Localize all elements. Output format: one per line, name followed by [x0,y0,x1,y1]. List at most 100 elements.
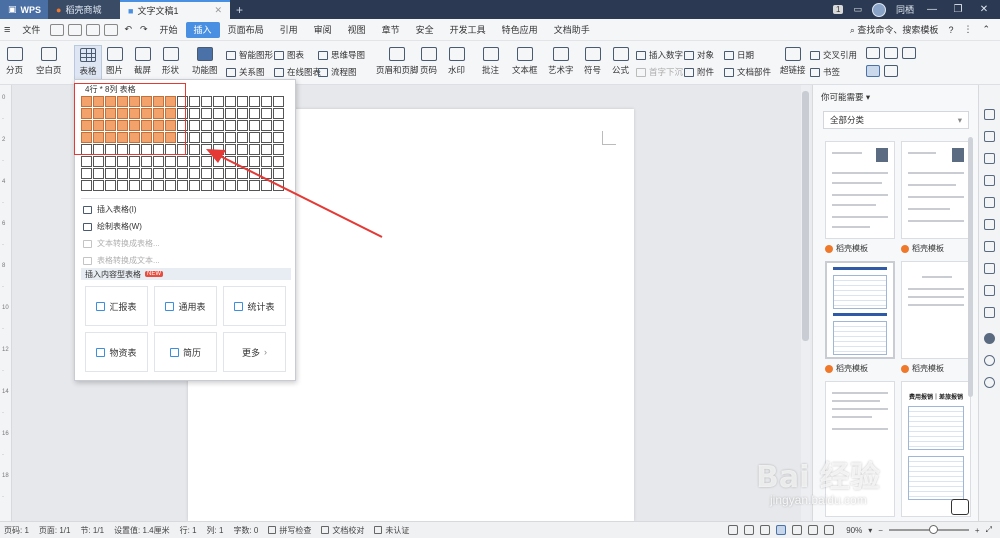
table-grid-cell[interactable] [153,156,164,167]
text-to-table-item[interactable]: 文本转换成表格... [83,238,160,249]
table-grid-cell[interactable] [273,168,284,179]
open-icon[interactable] [68,23,83,36]
table-to-text-item[interactable]: 表格转换成文本... [83,255,160,266]
table-grid-cell[interactable] [273,96,284,107]
object-button[interactable]: 对象 [684,49,714,61]
table-grid-cell[interactable] [249,168,260,179]
template-thumb-resume-1[interactable] [825,141,895,239]
zoom-in-button[interactable]: + [975,526,980,535]
table-grid-cell[interactable] [129,168,140,179]
doc-check-button[interactable]: 文档校对 [321,525,364,536]
picture-button[interactable]: 图片 [106,47,123,76]
table-grid-cell[interactable] [189,168,200,179]
table-grid-cell[interactable] [201,156,212,167]
screenshot-button[interactable]: 截屏 [134,47,151,76]
read-mode-icon[interactable] [744,525,755,535]
template-resume[interactable]: 简历 [154,332,217,372]
close-tab-icon[interactable]: ✕ [214,5,222,16]
table-grid-cell[interactable] [249,120,260,131]
mind-map-button[interactable]: 思维导图 [318,49,365,61]
help-icon[interactable]: ? [948,25,953,35]
pen-icon[interactable] [760,525,771,535]
table-grid-cell[interactable] [105,180,116,191]
attachment-button[interactable]: 附件 [684,66,714,78]
table-grid-cell[interactable] [201,120,212,131]
table-grid-cell[interactable] [273,180,284,191]
layout-icon-5[interactable] [884,65,898,77]
table-grid-cell[interactable] [165,180,176,191]
table-grid-cell[interactable] [141,168,152,179]
outline-view-icon[interactable] [792,525,803,535]
template-report[interactable]: 汇报表 [85,286,148,326]
web-view-icon[interactable] [808,525,819,535]
table-grid-cell[interactable] [189,108,200,119]
table-grid-cell[interactable] [213,180,224,191]
table-grid-cell[interactable] [273,108,284,119]
table-grid-cell[interactable] [249,144,260,155]
table-grid-cell[interactable] [93,180,104,191]
table-grid-cell[interactable] [201,108,212,119]
table-icon[interactable] [984,285,995,296]
table-grid-cell[interactable] [225,144,236,155]
zoom-out-button[interactable]: − [878,526,883,535]
user-name[interactable]: 同栖 [896,3,914,16]
image-icon[interactable] [984,307,995,318]
template-thumb-form-2[interactable]: 费用报销｜差旅报销 [901,381,971,517]
table-grid-cell[interactable] [249,156,260,167]
table-grid-cell[interactable] [249,96,260,107]
table-grid-cell[interactable] [261,168,272,179]
eye-icon[interactable] [728,525,739,535]
relation-chart-button[interactable]: 关系图 [226,66,265,78]
watermark-button[interactable]: 水印 [448,47,465,76]
undo-icon[interactable]: ↶ [124,24,132,35]
help-icon[interactable] [984,377,995,388]
restore-icon[interactable]: ❐ [950,4,966,15]
more-icon[interactable]: ⋮ [963,24,972,35]
table-button[interactable]: 表格 [74,45,102,81]
table-grid-cell[interactable] [237,120,248,131]
minimize-icon[interactable]: — [924,4,940,15]
table-grid-cell[interactable] [189,132,200,143]
formula-button[interactable]: 公式 [612,47,629,76]
table-grid-cell[interactable] [81,168,92,179]
bookmark-icon[interactable] [984,197,995,208]
table-grid-cell[interactable] [189,156,200,167]
blank-page-button[interactable]: 空白页 [36,47,62,76]
online-chart-button[interactable]: 在线图表 [274,66,321,78]
header-footer-button[interactable]: 页眉和页脚 [376,47,419,76]
table-grid-cell[interactable] [177,168,188,179]
table-grid-cell[interactable] [249,180,260,191]
table-grid-cell[interactable] [249,108,260,119]
redo-icon[interactable]: ↷ [140,24,148,35]
menu-file[interactable]: 文件 [14,22,48,38]
table-grid-cell[interactable] [261,96,272,107]
menu-section[interactable]: 章节 [374,22,408,38]
function-chart-button[interactable]: 功能图 [192,47,218,76]
template-thumb-table-1[interactable] [825,261,895,359]
menu-doc-assistant[interactable]: 文档助手 [546,22,598,38]
comment-button[interactable]: 批注 [482,47,499,76]
insert-number-button[interactable]: 插入数字 [636,49,683,61]
table-grid-cell[interactable] [81,156,92,167]
zoom-slider-knob[interactable] [928,525,938,534]
table-grid-cell[interactable] [201,96,212,107]
table-grid-cell[interactable] [189,144,200,155]
tab-document[interactable]: ■ 文字文稿1 ✕ [120,0,230,19]
table-grid-cell[interactable] [189,180,200,191]
zoom-level[interactable]: 90% [846,526,862,535]
table-grid-cell[interactable] [93,168,104,179]
menu-page-layout[interactable]: 页面布局 [220,22,272,38]
table-grid-cell[interactable] [237,132,248,143]
new-tab-button[interactable]: + [230,0,249,19]
date-button[interactable]: 日期 [724,49,754,61]
chat-icon[interactable] [951,499,969,515]
table-grid-cell[interactable] [225,132,236,143]
table-grid-cell[interactable] [93,156,104,167]
table-grid-cell[interactable] [201,132,212,143]
table-grid-cell[interactable] [261,108,272,119]
table-grid-cell[interactable] [261,132,272,143]
zoom-dropdown-icon[interactable]: ▾ [868,526,872,535]
write-mode-icon[interactable] [824,525,835,535]
symbol-button[interactable]: 符号 [584,47,601,76]
shape-button[interactable]: 形状 [162,47,179,76]
